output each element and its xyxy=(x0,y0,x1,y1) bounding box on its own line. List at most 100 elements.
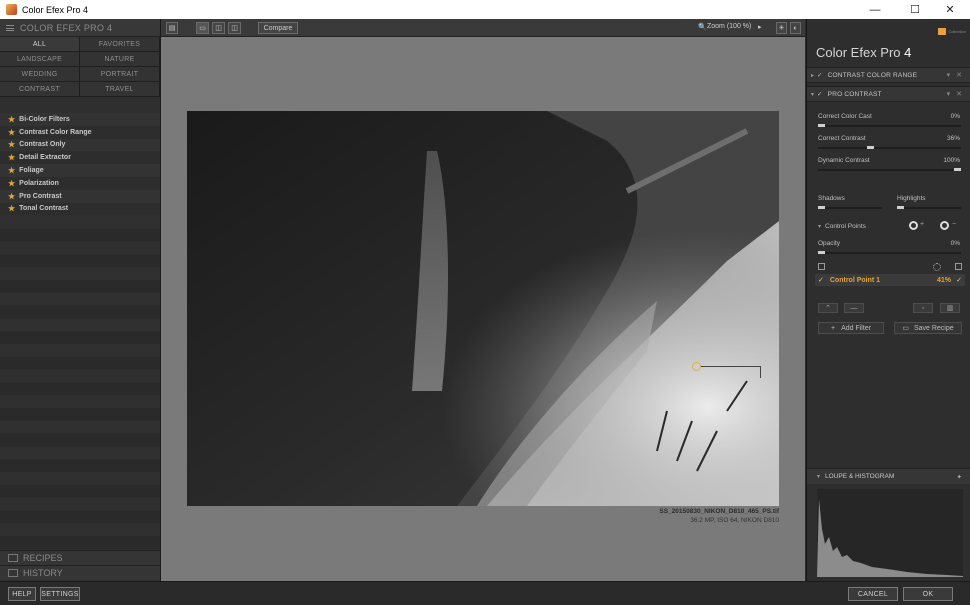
filter-item[interactable]: ★ Pro Contrast xyxy=(0,189,160,203)
category-all[interactable]: ALL xyxy=(0,37,80,52)
ungroup-button[interactable]: — xyxy=(844,303,864,313)
filter-item[interactable]: ★ Foliage xyxy=(0,164,160,177)
category-landscape[interactable]: LANDSCAPE xyxy=(0,52,80,67)
category-contrast[interactable]: CONTRAST xyxy=(0,82,80,97)
filter-item[interactable]: ★ Tonal Contrast xyxy=(0,202,160,216)
save-recipe-button[interactable]: ▭ Save Recipe xyxy=(894,322,962,334)
filter-header-pro-contrast[interactable]: ▾ ✓ PRO CONTRAST ▾ ✕ xyxy=(807,86,970,102)
category-travel[interactable]: TRAVEL xyxy=(80,82,160,97)
pin-icon[interactable]: ✦ xyxy=(957,473,962,481)
star-icon[interactable]: ★ xyxy=(8,192,15,201)
star-icon[interactable]: ★ xyxy=(8,140,15,149)
filter-item[interactable]: ★ Contrast Color Range xyxy=(0,125,160,139)
star-icon[interactable]: ★ xyxy=(8,115,15,124)
show-selection-icon[interactable] xyxy=(818,263,825,270)
highlights-slider[interactable] xyxy=(897,206,961,209)
add-filter-button[interactable]: + Add Filter xyxy=(818,322,884,334)
category-portrait[interactable]: PORTRAIT xyxy=(80,67,160,82)
collapse-icon[interactable]: ▾ xyxy=(811,91,814,98)
control-point-marker[interactable] xyxy=(692,362,701,371)
dynamic-contrast-value: 100% xyxy=(943,157,960,164)
filter-item[interactable]: ★ Contrast Only xyxy=(0,138,160,152)
category-favorites[interactable]: FAVORITES xyxy=(80,37,160,52)
ok-button[interactable]: OK xyxy=(903,587,953,601)
star-icon[interactable]: ★ xyxy=(8,166,15,175)
collapse-icon[interactable]: ▾ xyxy=(818,223,821,230)
minus-icon[interactable]: − xyxy=(952,221,956,228)
help-button[interactable]: HELP xyxy=(8,587,36,601)
nik-collection-logo: Collection xyxy=(938,27,966,35)
brand-title: Color Efex Pro 4 xyxy=(816,45,912,60)
history-label: HISTORY xyxy=(23,568,63,578)
filter-header-contrast-color-range[interactable]: ▸ ✓ CONTRAST COLOR RANGE ▾ ✕ xyxy=(807,67,970,83)
history-icon xyxy=(8,569,18,577)
category-nature[interactable]: NATURE xyxy=(80,52,160,67)
slider-thumb[interactable] xyxy=(897,206,904,209)
filter-browser-panel: COLOR EFEX PRO 4 ALL FAVORITES LANDSCAPE… xyxy=(0,19,161,581)
group-button[interactable]: ⌃ xyxy=(818,303,838,313)
dynamic-contrast-slider[interactable] xyxy=(818,168,961,171)
side-by-side-icon[interactable]: ◫ xyxy=(228,22,241,34)
add-icon[interactable]: + xyxy=(920,221,924,228)
filter-enable-checkbox[interactable]: ✓ xyxy=(817,71,823,79)
minimize-button[interactable]: — xyxy=(855,0,895,19)
add-control-point-icon[interactable] xyxy=(909,221,918,230)
split-view-icon[interactable]: ◫ xyxy=(212,22,225,34)
opacity-slider[interactable] xyxy=(818,251,961,254)
filter-enable-checkbox[interactable]: ✓ xyxy=(817,90,823,98)
filter-controls-icon[interactable]: ▾ ✕ xyxy=(947,71,964,79)
star-icon[interactable]: ★ xyxy=(8,128,15,137)
correct-color-cast-slider[interactable] xyxy=(818,124,961,127)
control-point-row[interactable]: ✓ Control Point 1 41% ✓ xyxy=(815,274,965,286)
filter-label: Contrast Only xyxy=(19,141,66,149)
filter-label: Polarization xyxy=(19,179,59,187)
slider-thumb[interactable] xyxy=(866,146,874,149)
control-point-checkbox[interactable]: ✓ xyxy=(818,276,824,284)
opacity-label: Opacity xyxy=(818,240,841,247)
correct-contrast-slider[interactable] xyxy=(818,146,961,149)
background-light-icon[interactable]: ☀ xyxy=(776,22,787,34)
recipes-section[interactable]: RECIPES xyxy=(0,550,160,565)
window-titlebar: Color Efex Pro 4 — ☐ ✕ xyxy=(0,0,970,19)
control-point-sliders[interactable] xyxy=(701,366,761,378)
cancel-button[interactable]: CANCEL xyxy=(848,587,898,601)
zoom-select[interactable]: Zoom (100 %) xyxy=(707,23,751,30)
star-icon[interactable]: ★ xyxy=(8,153,15,162)
control-point-enable-checkbox[interactable]: ✓ xyxy=(956,276,962,284)
remove-control-point-icon[interactable] xyxy=(940,221,949,230)
zoom-arrow[interactable]: ▸ xyxy=(758,23,762,31)
filter-item[interactable]: ★ Polarization xyxy=(0,176,160,190)
photo-preview[interactable] xyxy=(187,111,779,506)
filter-item[interactable]: ★ Detail Extractor xyxy=(0,151,160,165)
filter-list: ★ Bi-Color Filters ★ Contrast Color Range … xyxy=(0,113,160,216)
recipe-icon: ▭ xyxy=(902,325,909,332)
layers-icon[interactable] xyxy=(955,263,962,270)
collapse-icon[interactable]: ▾ xyxy=(817,473,820,480)
slider-thumb[interactable] xyxy=(818,124,825,127)
star-icon[interactable]: ★ xyxy=(8,179,15,188)
toggle-panel-icon[interactable]: ▤ xyxy=(166,22,178,34)
shadows-slider[interactable] xyxy=(818,206,882,209)
history-section[interactable]: HISTORY xyxy=(0,565,160,580)
maximize-button[interactable]: ☐ xyxy=(895,0,935,19)
filter-item[interactable]: ★ Bi-Color Filters xyxy=(0,113,160,126)
loupe-histogram-header[interactable]: ▾ LOUPE & HISTOGRAM ✦ xyxy=(807,468,970,484)
slider-thumb[interactable] xyxy=(818,206,825,209)
menu-icon[interactable] xyxy=(6,24,14,31)
single-view-icon[interactable]: ▭ xyxy=(196,22,209,34)
slider-thumb[interactable] xyxy=(818,251,825,254)
background-dark-icon[interactable]: ◐ xyxy=(790,22,801,34)
dotted-circle-icon[interactable] xyxy=(933,263,941,271)
duplicate-button[interactable]: ◦ xyxy=(913,303,933,313)
star-icon[interactable]: ★ xyxy=(8,204,15,213)
expand-icon[interactable]: ▸ xyxy=(811,72,814,79)
filter-controls-icon[interactable]: ▾ ✕ xyxy=(947,90,964,98)
delete-icon[interactable]: ▥ xyxy=(940,303,960,313)
filter-label: Tonal Contrast xyxy=(19,205,69,213)
settings-button[interactable]: SETTINGS xyxy=(40,587,80,601)
compare-button[interactable]: Compare xyxy=(258,22,298,34)
close-button[interactable]: ✕ xyxy=(930,0,970,19)
category-wedding[interactable]: WEDDING xyxy=(0,67,80,82)
correct-contrast-label: Correct Contrast xyxy=(818,135,866,142)
slider-thumb[interactable] xyxy=(954,168,961,171)
